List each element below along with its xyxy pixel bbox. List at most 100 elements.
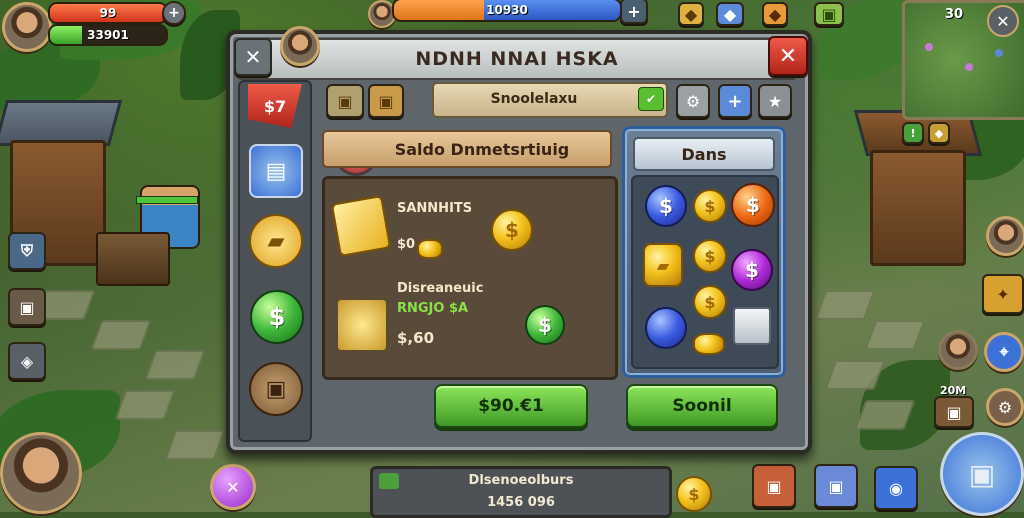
main-header: Saldo Dnmetsrtiuig <box>322 130 612 168</box>
search-field-value: Snoolelaxu <box>490 91 578 107</box>
dialog-titlebar: NDNH NNAI HSKA <box>236 38 798 80</box>
minimap-marker <box>965 63 973 71</box>
tab-toolbox[interactable]: ▤ <box>249 144 303 198</box>
chest-icon[interactable]: ▣ <box>814 2 844 26</box>
main-header-label: Saldo Dnmetsrtiuig <box>394 139 570 159</box>
coin-stack-icon[interactable] <box>693 333 725 355</box>
dialog-title: NDNH NNAI HSKA <box>415 48 619 70</box>
tab-chests[interactable]: ▣ <box>249 362 303 416</box>
floor-tile <box>114 390 176 420</box>
plus-icon[interactable]: + <box>718 84 752 118</box>
coin-icon[interactable]: $ <box>693 239 727 273</box>
health-value: 99 <box>99 6 117 20</box>
chest-icon[interactable]: ▣ <box>934 396 974 428</box>
offer-2-name: Disreaneuic <box>397 281 484 296</box>
magic-skill-button[interactable]: ✕ <box>210 464 256 510</box>
shield-icon[interactable]: ⛨ <box>8 232 46 270</box>
minimap-counter: 30 <box>945 7 964 22</box>
orange-gem-icon[interactable]: ◆ <box>762 2 788 26</box>
bottom-title: Dlsenoeolburs <box>468 473 574 488</box>
coin-icon[interactable]: $ <box>693 189 727 223</box>
minimap-marker <box>925 43 933 51</box>
offer-1-price: $0 <box>397 237 416 252</box>
offer-2-price: $,60 <box>397 329 435 347</box>
gold-bars-icon: ▰ <box>267 228 285 254</box>
wooden-hut[interactable] <box>870 150 966 266</box>
buy-button[interactable]: $90.€1 <box>434 384 588 428</box>
tab-gold[interactable]: ▰ <box>249 214 303 268</box>
tab-badge[interactable]: $7 <box>248 84 302 128</box>
shop-box-icon[interactable]: ▣ <box>814 464 858 508</box>
compass-icon[interactable]: ⌖ <box>984 332 1024 372</box>
floor-tile <box>814 290 876 320</box>
floor-tile <box>864 320 926 350</box>
coin-stack-icon <box>417 239 443 259</box>
side-header-label: Dans <box>681 144 727 164</box>
coin-icon[interactable]: $ <box>491 209 533 251</box>
tab-currency[interactable]: $ <box>250 290 304 344</box>
close-icon[interactable]: ✕ <box>234 38 272 76</box>
minimap-marker <box>995 49 1003 57</box>
toolbox-icon: ▤ <box>265 158 287 184</box>
search-field[interactable]: Snoolelaxu ✔ <box>432 82 668 118</box>
player-avatar[interactable] <box>2 2 52 52</box>
currency-panel: Dans $ $ $ ▰ $ $ $ <box>622 126 786 378</box>
bottom-value: 1456 096 <box>487 495 555 510</box>
buy-button-label: $90.€1 <box>478 396 544 416</box>
coin-icon[interactable]: $ <box>693 285 727 319</box>
currency-grid: $ $ $ ▰ $ $ $ <box>631 175 779 369</box>
confirm-icon[interactable]: ✔ <box>638 87 664 111</box>
shop-category-sidebar: $7 ▤ ▰ $ ▣ <box>238 80 312 442</box>
blue-coin-icon[interactable] <box>645 307 687 349</box>
health-bar: 99 <box>48 2 168 24</box>
gold-crate-icon[interactable]: ▣ <box>326 84 364 118</box>
workbench <box>96 232 170 286</box>
event-icon[interactable]: ◆ <box>928 122 950 144</box>
settings-icon[interactable]: ⚙ <box>986 388 1024 426</box>
silver-block-icon[interactable] <box>733 307 771 345</box>
floor-tile <box>144 350 206 380</box>
floor-tile <box>164 430 226 460</box>
gold-value: 33901 <box>87 28 129 42</box>
coin-icon[interactable]: $ <box>676 476 712 512</box>
minimap[interactable]: 30 ✕ <box>902 0 1024 120</box>
merchant-portrait <box>280 26 320 66</box>
crate-icon[interactable]: ▣ <box>8 288 46 326</box>
green-coin-icon[interactable]: $ <box>525 305 565 345</box>
gold-bars-icon <box>330 194 392 258</box>
crate-icon[interactable]: ▣ <box>368 84 404 118</box>
shop-gem-icon[interactable]: ◉ <box>874 466 918 510</box>
bottom-info-panel: Dlsenoeolburs 1456 096 <box>370 466 672 518</box>
map-icon[interactable]: ◈ <box>8 342 46 380</box>
close-icon[interactable]: ✕ <box>987 5 1019 37</box>
blue-gem-icon[interactable]: ◆ <box>716 2 744 26</box>
plus-icon[interactable]: + <box>162 1 186 25</box>
blue-coin-icon[interactable]: $ <box>645 185 687 227</box>
resource-bar: 10930 <box>392 0 622 22</box>
shop-dialog: NDNH NNAI HSKA ✕ ✕ $7 ▤ ▰ $ ▣ ▣ ▣ Snoole… <box>226 30 812 454</box>
map-scroll-icon[interactable]: ✦ <box>982 274 1024 314</box>
shop-chest-icon[interactable]: ▣ <box>752 464 796 508</box>
tab-badge-label: $7 <box>263 96 287 116</box>
gear-icon[interactable]: ⚙ <box>676 84 710 118</box>
gold-medallion-icon <box>335 297 389 353</box>
close-button[interactable]: ✕ <box>768 36 808 76</box>
plus-icon[interactable]: + <box>620 0 648 24</box>
cube-icon: ▣ <box>968 457 996 491</box>
offer-1-name: SANNHITS <box>397 201 473 216</box>
gold-crystal-icon[interactable]: ◆ <box>678 2 704 26</box>
sell-button[interactable]: Soonil <box>626 384 778 428</box>
hero-portrait[interactable] <box>0 432 82 514</box>
npc-portrait[interactable] <box>938 330 978 370</box>
gold-bar: 33901 <box>48 24 168 46</box>
gold-pile-icon[interactable]: ▰ <box>643 243 683 287</box>
orange-coin-icon[interactable]: $ <box>731 183 775 227</box>
friend-avatar[interactable] <box>986 216 1024 256</box>
offer-2-subtitle: RNGJO $A <box>397 301 469 316</box>
purple-coin-icon[interactable]: $ <box>731 249 773 291</box>
star-icon[interactable]: ★ <box>758 84 792 118</box>
build-action-button[interactable]: ▣ <box>940 432 1024 516</box>
floor-tile <box>90 320 152 350</box>
quest-icon[interactable]: ! <box>902 122 924 144</box>
npc-health-bar <box>136 196 198 204</box>
